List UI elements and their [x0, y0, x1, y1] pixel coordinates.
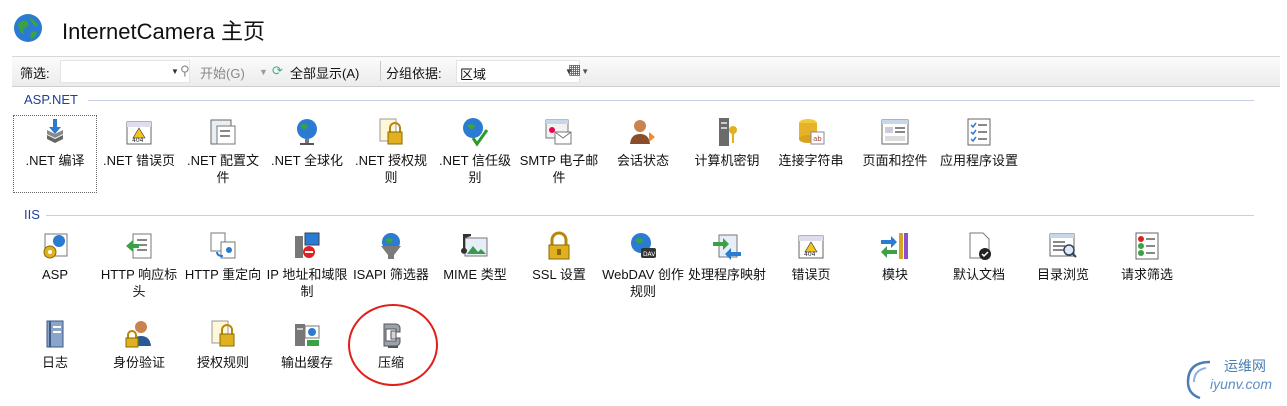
- toolbar: 筛选: ▼ ⚲ 开始(G) ▼ ⟳ 全部显示(A) 分组依据: 区域 ▼ ▦▼: [12, 56, 1280, 87]
- group-by-select[interactable]: 区域 ▼: [456, 60, 580, 83]
- compile-icon: [47, 119, 63, 143]
- error-page-icon: 404: [126, 121, 152, 145]
- toolbar-divider: [380, 61, 381, 81]
- feature-ssl-settings[interactable]: SSL 设置: [518, 230, 600, 306]
- svg-text:404: 404: [132, 137, 144, 144]
- feature-logging[interactable]: 日志: [14, 318, 96, 394]
- feature-session-state[interactable]: 会话状态: [602, 116, 684, 192]
- trust-icon: [463, 118, 489, 147]
- redirect-icon: [210, 232, 236, 259]
- feature-net-error-pages[interactable]: 404 .NET 错误页: [98, 116, 180, 192]
- svg-text:DAV: DAV: [643, 251, 656, 258]
- title-bar: InternetCamera 主页: [0, 0, 1287, 56]
- section-aspnet: ASP.NET: [24, 92, 78, 107]
- feature-mime-types[interactable]: MIME 类型: [434, 230, 516, 306]
- feature-net-compilation[interactable]: .NET 编译: [13, 115, 97, 193]
- feature-asp[interactable]: ASP: [14, 230, 96, 306]
- headers-icon: [126, 233, 152, 259]
- feature-modules[interactable]: 模块: [854, 230, 936, 306]
- feature-net-authorization[interactable]: .NET 授权规则: [350, 116, 432, 192]
- database-icon: ab: [799, 119, 825, 145]
- feature-smtp-email[interactable]: SMTP 电子邮件: [518, 116, 600, 192]
- feature-machine-key[interactable]: 计算机密钥: [686, 116, 768, 192]
- feature-webdav-rules[interactable]: DAV WebDAV 创作规则: [602, 230, 684, 306]
- cache-icon: [295, 324, 320, 346]
- filter-globe-icon: [381, 233, 401, 259]
- section-divider: [46, 215, 1254, 216]
- chevron-down-icon[interactable]: ▼: [259, 67, 268, 77]
- feature-directory-browsing[interactable]: 目录浏览: [1022, 230, 1104, 306]
- user-lock-icon: [125, 321, 151, 348]
- mime-icon: [461, 234, 488, 257]
- filter-label: 筛选:: [20, 66, 50, 81]
- watermark-en: iyunv.com: [1210, 376, 1272, 392]
- user-icon: [630, 120, 655, 144]
- feature-connection-strings[interactable]: ab 连接字符串: [770, 116, 852, 192]
- padlock-icon: [548, 231, 570, 260]
- feature-net-globalization[interactable]: .NET 全球化: [266, 116, 348, 192]
- document-check-icon: [969, 232, 991, 260]
- feature-http-redirect[interactable]: HTTP 重定向: [182, 230, 264, 306]
- page-controls-icon: [881, 119, 909, 145]
- feature-authorization-rules[interactable]: 授权规则: [182, 318, 264, 394]
- feature-http-response-headers[interactable]: HTTP 响应标头: [98, 230, 180, 306]
- modules-icon: [881, 233, 908, 259]
- group-by-label: 分组依据:: [386, 66, 442, 81]
- view-icon[interactable]: ▦▼: [568, 61, 589, 78]
- feature-default-document[interactable]: 默认文档: [938, 230, 1020, 306]
- feature-ip-restrictions[interactable]: IP 地址和域限制: [266, 230, 348, 306]
- feature-handler-mappings[interactable]: 处理程序映射: [686, 230, 768, 306]
- watermark: 运维网 iyunv.com: [1180, 354, 1284, 402]
- webdav-icon: DAV: [631, 233, 656, 258]
- group-by-value: 区域: [460, 67, 487, 82]
- svg-text:ab: ab: [813, 135, 822, 143]
- email-icon: [545, 119, 572, 145]
- filter-input[interactable]: ▼: [60, 60, 190, 83]
- lock-icon: [379, 118, 403, 145]
- server-key-icon: [719, 118, 737, 146]
- profile-icon: [210, 119, 236, 145]
- request-filter-icon: [1135, 232, 1159, 260]
- chevron-down-icon[interactable]: ▼: [171, 67, 179, 76]
- feature-authentication[interactable]: 身份验证: [98, 318, 180, 394]
- section-divider: [88, 100, 1254, 101]
- svg-text:404: 404: [804, 251, 816, 258]
- log-book-icon: [46, 320, 64, 348]
- feature-request-filtering[interactable]: 请求筛选: [1106, 230, 1188, 306]
- error-page-icon: 404: [798, 235, 824, 259]
- show-all-icon: ⟳: [272, 63, 283, 78]
- globe-icon: [14, 14, 42, 42]
- feature-net-trust-levels[interactable]: .NET 信任级别: [434, 116, 516, 192]
- feature-net-profile[interactable]: .NET 配置文件: [182, 116, 264, 192]
- directory-browse-icon: [1049, 233, 1077, 258]
- highlight-circle: [348, 304, 438, 386]
- feature-error-pages[interactable]: 404 错误页: [770, 230, 852, 306]
- start-filter-button[interactable]: 开始(G): [200, 63, 245, 82]
- section-iis: IIS: [24, 207, 40, 222]
- feature-pages-controls[interactable]: 页面和控件: [854, 116, 936, 192]
- asp-icon: [43, 233, 68, 259]
- feature-app-settings[interactable]: 应用程序设置: [938, 116, 1020, 192]
- page-title: InternetCamera 主页: [62, 19, 265, 44]
- watermark-cn: 运维网: [1224, 358, 1266, 374]
- settings-list-icon: [967, 118, 991, 146]
- globe-icon: [297, 119, 317, 145]
- feature-isapi-filters[interactable]: ISAPI 筛选器: [350, 230, 432, 306]
- network-block-icon: [295, 232, 320, 258]
- feature-output-caching[interactable]: 输出缓存: [266, 318, 348, 394]
- show-all-button[interactable]: 全部显示(A): [290, 63, 359, 82]
- lock-icon: [211, 320, 235, 347]
- handler-icon: [713, 234, 741, 260]
- binoculars-icon: ⚲: [180, 63, 190, 78]
